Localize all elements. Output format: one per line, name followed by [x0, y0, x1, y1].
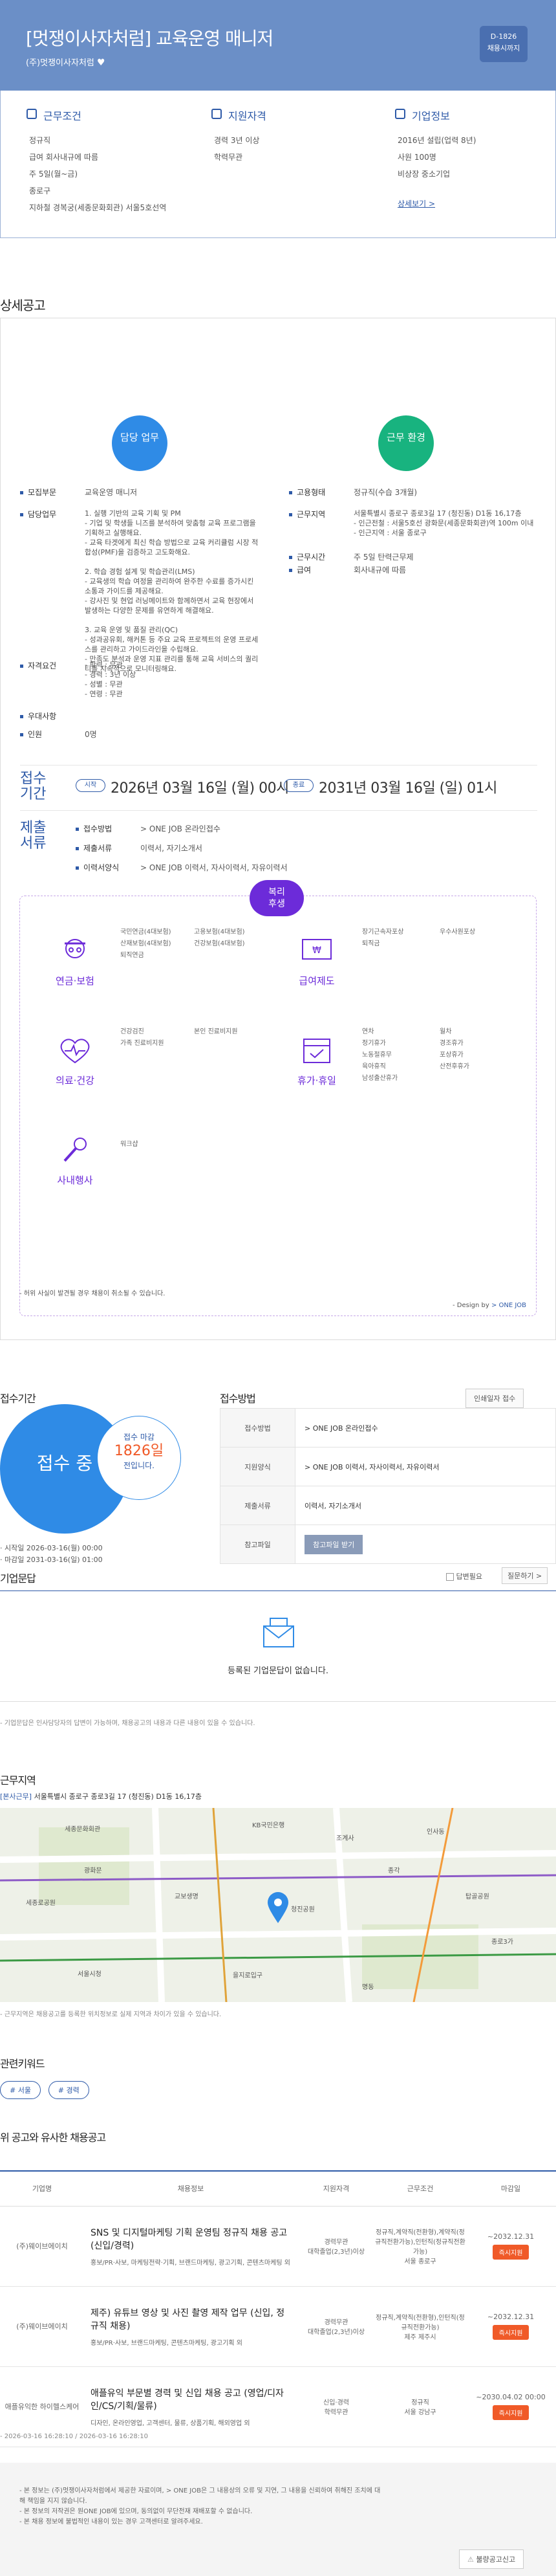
map-label: 서울시청 — [78, 1970, 102, 1978]
location-title: 근무지역 — [0, 1774, 36, 1787]
false-info-note: - 허위 사실이 발견될 경우 채용이 취소될 수 있습니다. — [19, 1290, 166, 1297]
docs-label: 제출 서류 — [20, 820, 47, 852]
welfare-events: 사내행사 — [30, 1134, 120, 1187]
qa-empty: 등록된 기업문답이 없습니다. — [228, 1666, 328, 1676]
table-row[interactable]: (주)웨이브에이치 SNS 및 디지털마케팅 기획 운영팀 정규직 채용 공고 … — [0, 2206, 556, 2287]
detail-section-title: 상세공고 — [0, 298, 46, 313]
location-note: - 근무지역은 채용공고를 등록한 위치정보로 실제 지역과 차이가 있을 수 … — [0, 2011, 222, 2018]
keyword-tag[interactable]: # 경력 — [48, 2081, 89, 2099]
end-date: 2031년 03월 16일 (일) 01시 — [319, 780, 497, 797]
apply-button[interactable]: 즉시지원 — [492, 2245, 529, 2260]
location-address: [본사근무] 서울특별시 종로구 종로3길 17 (청진동) D1동 16,17… — [0, 1792, 202, 1801]
apply-button[interactable]: 즉시지원 — [492, 2405, 529, 2420]
registration-date: - 2026-03-16 16:28:10 / 2026-03-16 16:28… — [0, 2433, 148, 2440]
summary-conditions: 근무조건 정규직 급여 회사내규에 따름 주 5일(월~금) 종로구 지하철 경… — [27, 107, 195, 216]
job-title: [멋쟁이사자처럼] 교육운영 매니저 — [26, 28, 273, 49]
microphone-icon — [63, 1138, 87, 1162]
keyword-list: # 서울 # 경력 — [0, 2081, 94, 2099]
map-label: 종각 — [388, 1867, 400, 1875]
qa-note: - 기업문답은 인사담당자의 답변이 가능하며, 채용공고의 내용과 다른 내용… — [0, 1720, 255, 1727]
map-label: KB국민은행 — [252, 1822, 284, 1829]
pension-icon — [65, 939, 85, 958]
map-label: 종로3가 — [491, 1938, 513, 1946]
print-button[interactable]: 인쇄일자 접수 — [465, 1389, 524, 1408]
checkbox[interactable] — [446, 1573, 454, 1581]
summary-company: 기업정보 2016년 설립(업력 8년) 사원 100명 비상장 중소기업 상세… — [395, 107, 556, 212]
env-badge: 근무 환경 — [378, 415, 434, 471]
map-canvas[interactable]: 세종문화회관 KB국민은행 광화문 종각 교보생명 청진공원 세종로공원 서울시… — [0, 1808, 556, 2002]
qa-need-answer[interactable]: 답변필요 — [446, 1571, 482, 1581]
start-pill: 시작 — [76, 779, 105, 792]
apply-button[interactable]: 즉시지원 — [492, 2325, 529, 2340]
map-label: 을지로입구 — [233, 1971, 262, 1979]
receipt-dates: · 시작일 2026-03-16(월) 00:00 · 마감일 2031-03-… — [0, 1544, 103, 1564]
receipt-table: 접수방법 > ONE JOB 온라인접수 지원양식 > ONE JOB 이력서, 자… — [220, 1408, 556, 1564]
summary-qualifications: 지원자격 경력 3년 이상 학력무관 — [211, 107, 380, 166]
map-label: 인사동 — [427, 1828, 445, 1836]
similar-jobs-table: 기업명 채용정보 지원자격 근무조건 마감일 (주)웨이브에이치 SNS 및 디… — [0, 2170, 556, 2447]
location-map[interactable]: 세종문화회관 KB국민은행 광화문 종각 교보생명 청진공원 세종로공원 서울시… — [0, 1808, 556, 2002]
period-label: 접수 기간 — [20, 771, 47, 802]
duty-badge: 담당 업무 — [112, 415, 167, 471]
mail-icon — [263, 1618, 294, 1647]
ask-question-button[interactable]: 질문하기 > — [502, 1567, 548, 1584]
job-summary: 근무조건 정규직 급여 회사내규에 따름 주 5일(월~금) 종로구 지하철 경… — [0, 91, 556, 238]
notice-footer: - 본 정보는 (주)멋쟁이사자처럼에서 제공한 자료이며, > ONE JOB… — [0, 2463, 556, 2576]
report-button[interactable]: ⚠ 불량공고신고 — [459, 2549, 524, 2569]
receipt-period-title: 접수기간 — [0, 1393, 36, 1405]
attachment-download-button[interactable]: 참고파일 받기 — [305, 1534, 363, 1554]
welfare-health: 의료·건강 — [30, 1034, 120, 1087]
document-icon — [27, 109, 37, 119]
start-date: 2026년 03월 16일 (월) 00시 — [111, 780, 289, 797]
keywords-title: 관련키워드 — [0, 2058, 45, 2070]
map-label: 세종문화회관 — [65, 1825, 100, 1833]
map-label: 조계사 — [336, 1834, 354, 1842]
receipt-method-title: 접수방법 — [220, 1393, 256, 1405]
company-detail-link[interactable]: 상세보기 > — [398, 199, 435, 208]
map-label: 광화문 — [84, 1867, 102, 1875]
building-icon — [395, 109, 405, 119]
welfare-badge: 복리 후생 — [250, 880, 304, 916]
dday-badge: D-1826 채용시까지 — [480, 26, 528, 62]
welfare-vacation: 휴가·휴일 — [272, 1034, 362, 1087]
map-label: 명동 — [362, 1983, 374, 1991]
map-label: 청진공원 — [291, 1906, 315, 1913]
keyword-tag[interactable]: # 서울 — [0, 2081, 41, 2099]
company-name[interactable]: (주)멋쟁이사자처럼 ♥ — [26, 56, 105, 68]
user-icon — [211, 109, 222, 119]
similar-title: 위 공고와 유사한 채용공고 — [0, 2131, 106, 2144]
design-by: - Design by > ONE JOB — [453, 1302, 527, 1309]
heart-pulse-icon — [60, 1039, 90, 1064]
qa-title: 기업문답 — [0, 1572, 36, 1585]
table-row[interactable]: (주)웨이브에이치 제주) 유튜브 영상 및 사진 촬영 제작 업무 (신입, … — [0, 2286, 556, 2367]
map-label: 교보생명 — [175, 1893, 198, 1900]
money-icon: ₩ — [302, 939, 332, 960]
end-pill: 종료 — [284, 779, 314, 792]
map-label: 탑골공원 — [465, 1893, 489, 1900]
welfare-salary: ₩ 급여제도 — [272, 934, 362, 987]
calendar-icon — [303, 1039, 330, 1063]
alert-icon: ⚠ — [467, 2555, 474, 2564]
qa-box: 등록된 기업문답이 없습니다. — [0, 1591, 556, 1702]
map-label: 세종로공원 — [26, 1899, 56, 1907]
svg-text:₩: ₩ — [312, 945, 321, 956]
job-header: [멋쟁이사자처럼] 교육운영 매니저 (주)멋쟁이사자처럼 ♥ D-1826 채… — [0, 0, 556, 91]
heart-icon[interactable]: ♥ — [97, 58, 105, 68]
welfare-pension: 연금·보험 — [30, 934, 120, 987]
